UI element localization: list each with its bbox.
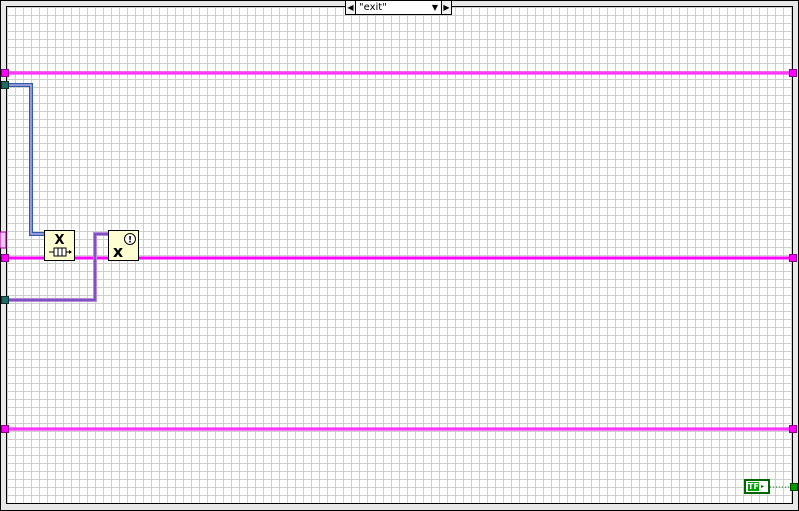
queue-refnum-wire[interactable]	[8, 83, 45, 236]
decrement-case-button[interactable]: ◀	[346, 1, 356, 14]
class-input-tunnel-bottom[interactable]	[1, 425, 9, 433]
error-handler-icon: x !	[113, 233, 136, 261]
class-input-tunnel-middle[interactable]	[1, 254, 9, 262]
left-terminal-marker	[0, 231, 7, 249]
error-handler-node[interactable]: x !	[108, 230, 139, 261]
class-output-tunnel-top[interactable]	[789, 69, 797, 77]
boolean-true-constant[interactable]: TF ▸	[744, 479, 770, 494]
boolean-constant-arrow-icon: ▸	[761, 483, 765, 490]
case-dropdown-icon[interactable]: ▼	[429, 1, 441, 14]
stop-output-tunnel[interactable]	[790, 483, 798, 491]
class-input-tunnel-top[interactable]	[1, 69, 9, 77]
release-queue-icon: X	[49, 233, 72, 257]
error-handler-badge: !	[128, 236, 132, 246]
increment-case-button[interactable]: ▶	[441, 1, 451, 14]
case-selector[interactable]: ◀ "exit" ▼ ▶	[345, 0, 452, 15]
class-output-tunnel-middle[interactable]	[789, 254, 797, 262]
error-input-tunnel[interactable]	[1, 296, 9, 304]
queue-input-tunnel[interactable]	[1, 81, 9, 89]
release-queue-glyph: X	[54, 233, 64, 248]
error-handler-glyph: x	[113, 242, 124, 260]
boolean-constant-label: TF	[748, 482, 759, 491]
case-selector-value[interactable]: "exit"	[356, 1, 429, 14]
class-output-tunnel-bottom[interactable]	[789, 425, 797, 433]
release-queue-node[interactable]: X	[44, 230, 75, 261]
